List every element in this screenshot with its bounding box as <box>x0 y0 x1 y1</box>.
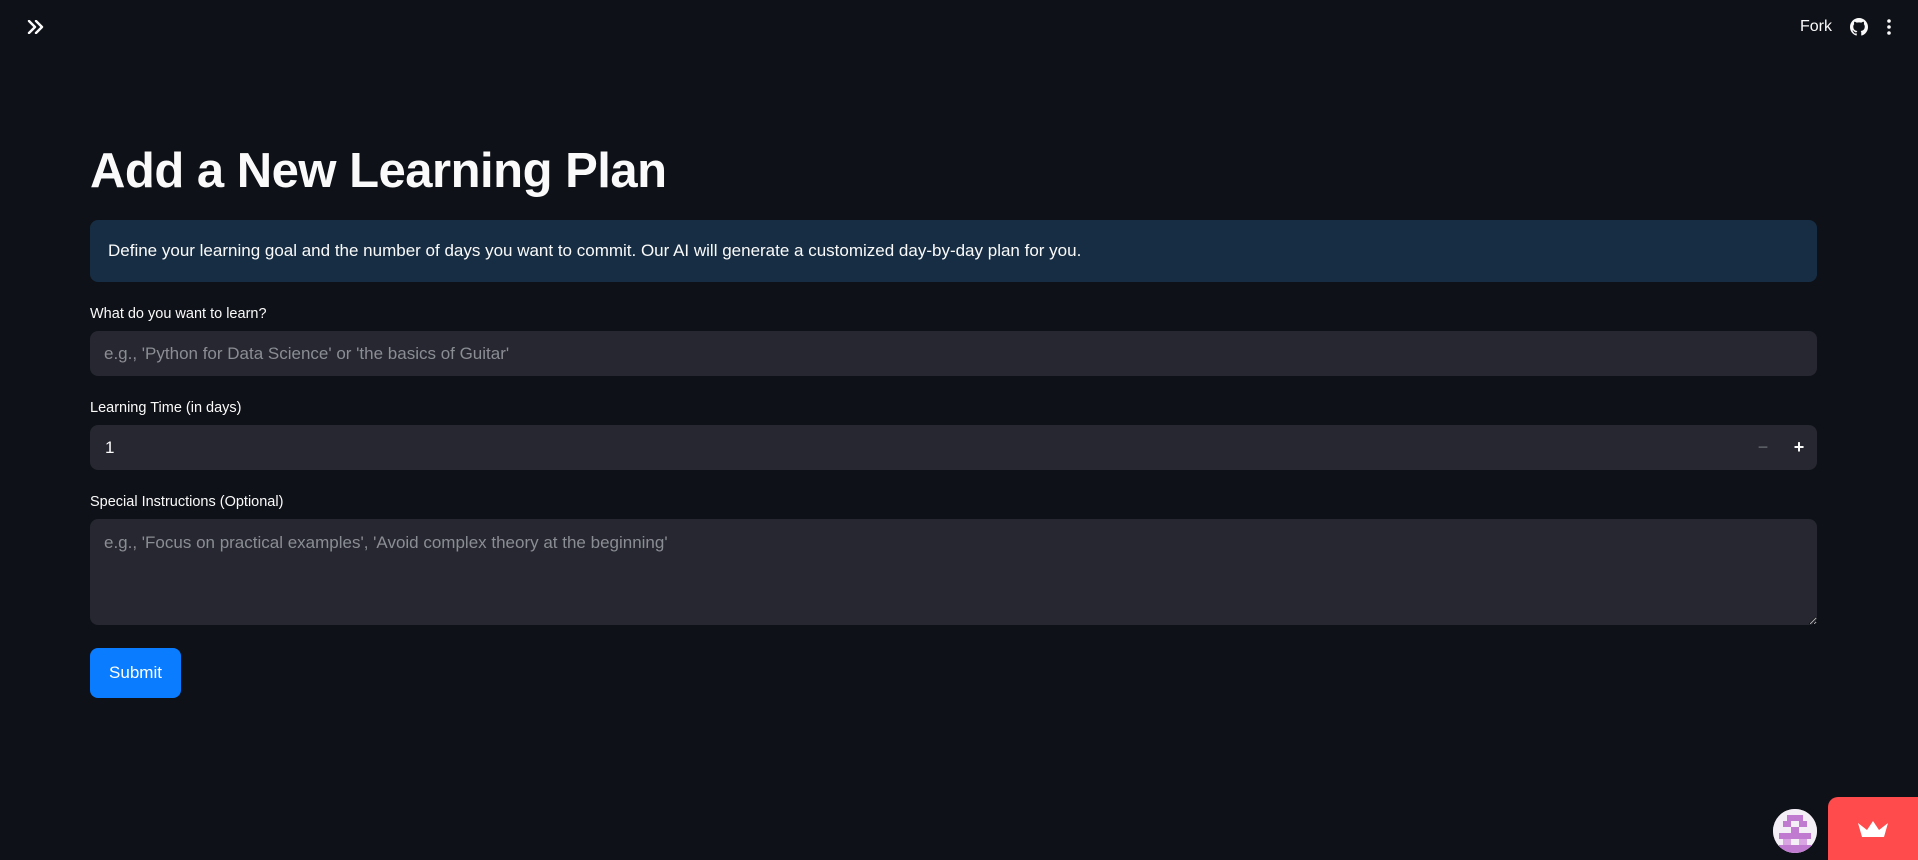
fork-link[interactable]: Fork <box>1800 18 1832 36</box>
decrement-button[interactable]: − <box>1745 425 1781 470</box>
submit-button[interactable]: Submit <box>90 648 181 698</box>
instructions-field-label: Special Instructions (Optional) <box>90 494 284 510</box>
goal-field-label: What do you want to learn? <box>90 306 267 322</box>
user-avatar-icon[interactable] <box>1773 809 1817 853</box>
days-value[interactable]: 1 <box>90 438 114 458</box>
days-stepper: − + <box>1745 425 1817 470</box>
streamlit-crown-icon <box>1858 820 1888 837</box>
github-icon[interactable] <box>1850 18 1868 36</box>
info-alert-text: Define your learning goal and the number… <box>108 241 1082 260</box>
toolbar-actions: Fork <box>1800 14 1892 40</box>
vertical-ellipsis-icon[interactable] <box>1886 18 1892 36</box>
main-content: Add a New Learning Plan Define your lear… <box>90 140 1817 698</box>
top-bar: Fork <box>0 0 1918 54</box>
days-number-input[interactable]: 1 − + <box>90 425 1817 470</box>
page-title: Add a New Learning Plan <box>90 144 667 198</box>
double-chevron-right-icon <box>27 20 44 34</box>
info-alert: Define your learning goal and the number… <box>90 220 1817 282</box>
goal-input[interactable] <box>90 331 1817 376</box>
instructions-textarea[interactable] <box>90 519 1817 625</box>
increment-button[interactable]: + <box>1781 425 1817 470</box>
days-field-label: Learning Time (in days) <box>90 400 242 416</box>
streamlit-badge[interactable] <box>1828 797 1918 860</box>
expand-sidebar-button[interactable] <box>22 14 50 40</box>
